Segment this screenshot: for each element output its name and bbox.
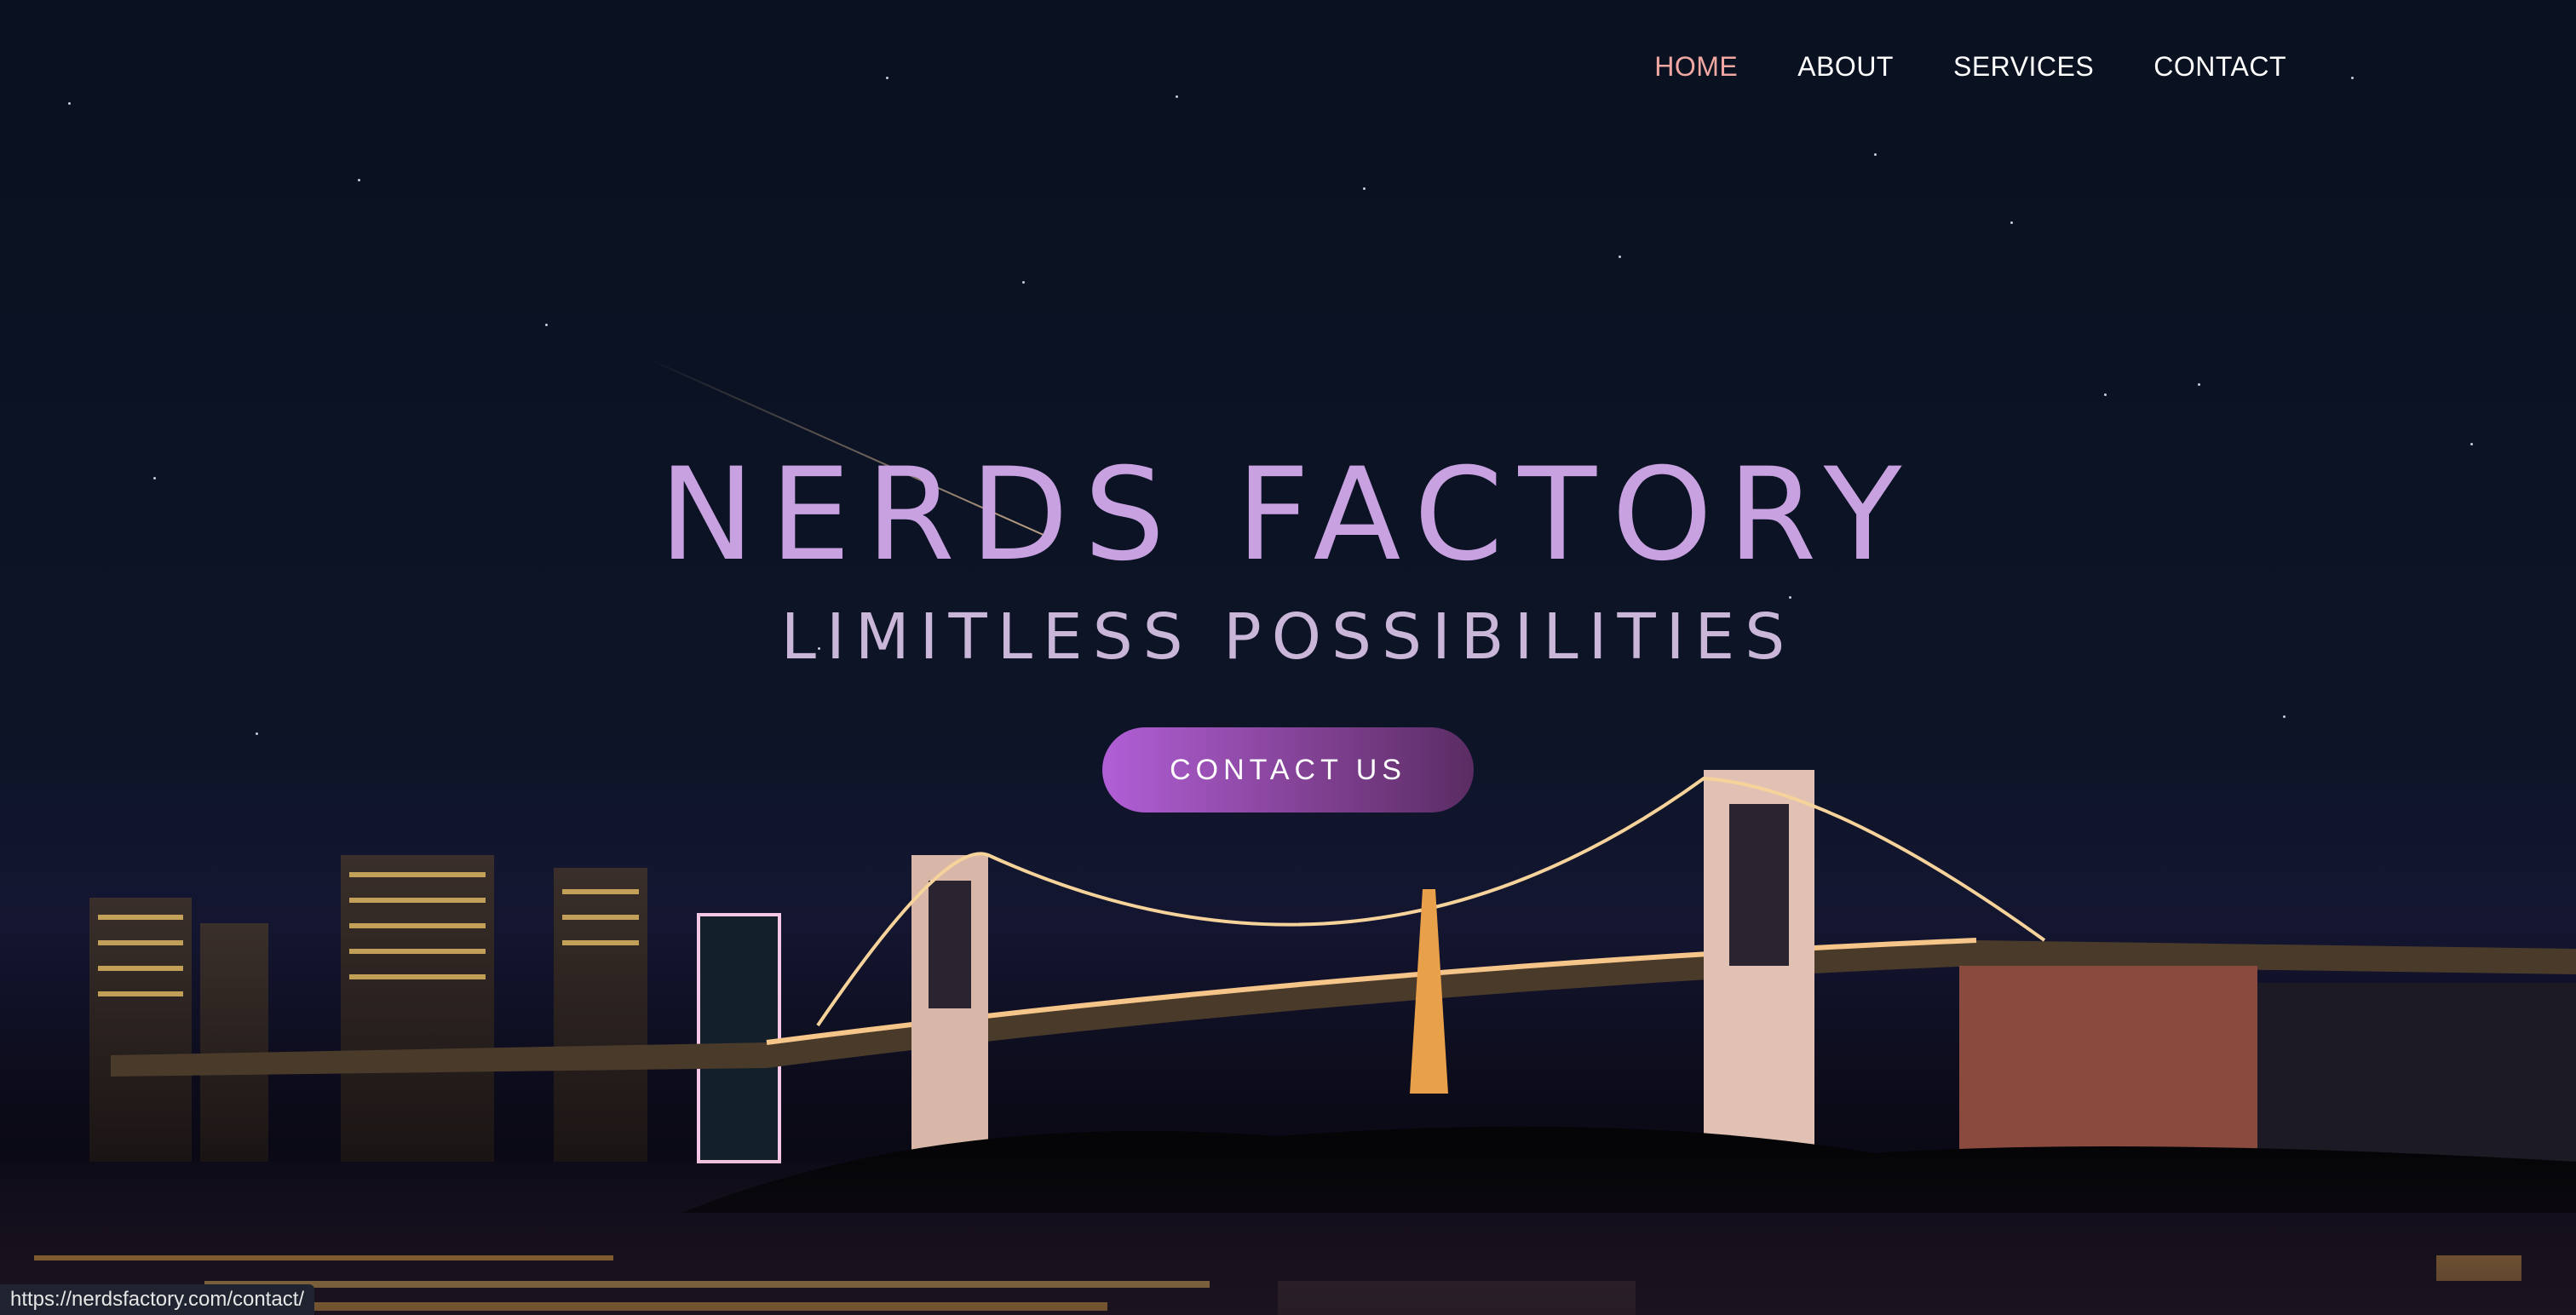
nav-item-home[interactable]: HOME — [1654, 51, 1738, 83]
hero-subtitle: LIMITLESS POSSIBILITIES — [780, 600, 1796, 674]
nav-item-about[interactable]: ABOUT — [1797, 51, 1894, 83]
contact-us-button[interactable]: CONTACT US — [1102, 727, 1474, 813]
hero-section: NERDS FACTORY LIMITLESS POSSIBILITIES CO… — [0, 443, 2576, 813]
hero-title: NERDS FACTORY — [658, 441, 1918, 589]
nav-item-services[interactable]: SERVICES — [1953, 51, 2094, 83]
water-reflection — [0, 1153, 2576, 1315]
nav-item-contact[interactable]: CONTACT — [2153, 51, 2286, 83]
status-bar-url: https://nerdsfactory.com/contact/ — [0, 1284, 315, 1315]
main-nav: HOME ABOUT SERVICES CONTACT — [1654, 51, 2286, 83]
